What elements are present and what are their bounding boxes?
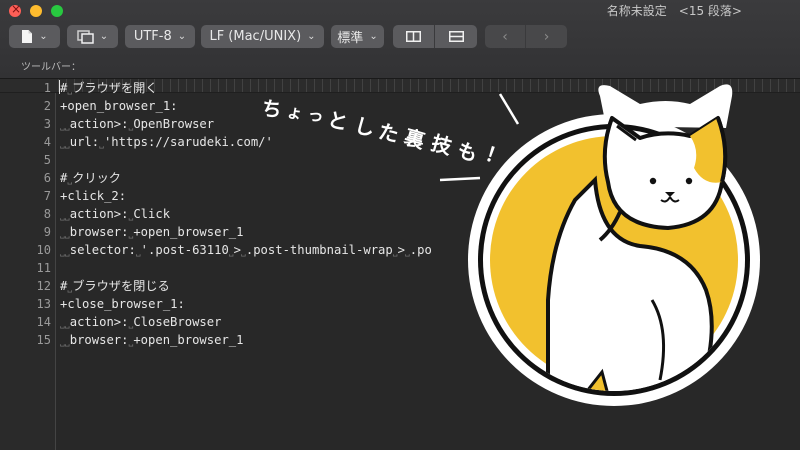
chevron-down-icon: ⌄: [39, 31, 48, 42]
chevron-down-icon: ⌄: [177, 31, 187, 42]
chevron-down-icon: ⌄: [307, 31, 316, 42]
line-number: 4: [43, 135, 51, 149]
new-document-button[interactable]: ⌄: [9, 25, 60, 48]
code-line[interactable]: #˽ブラウザを閉じる: [60, 277, 170, 295]
line-number: 6: [43, 171, 51, 185]
chevron-left-icon: ‹: [502, 28, 508, 45]
window-menu-button[interactable]: ⌄: [67, 25, 118, 48]
window-title: 名称未設定 <15 段落>: [606, 4, 742, 18]
code-line[interactable]: #˽ブラウザを開く: [60, 79, 158, 97]
line-number: 2: [43, 99, 51, 113]
code-line[interactable]: +click_2:: [60, 187, 126, 205]
copy-window-icon: [77, 29, 94, 44]
back-button[interactable]: ‹: [485, 25, 525, 48]
split-horizontal-icon: [448, 31, 464, 42]
code-line[interactable]: ˽˽browser:˽+open_browser_1: [60, 331, 243, 349]
line-ending-select[interactable]: LF (Mac/UNIX) ⌄: [201, 25, 324, 48]
encoding-value: UTF-8: [133, 29, 172, 44]
chevron-down-icon: ⌄: [369, 31, 378, 42]
line-number: 13: [36, 297, 51, 311]
chevron-right-icon: ›: [543, 28, 550, 45]
close-window-button[interactable]: [9, 2, 21, 17]
line-number: 3: [43, 117, 51, 131]
code-line[interactable]: #˽クリック: [60, 169, 121, 187]
window-controls: [9, 2, 63, 17]
line-number: 12: [36, 279, 51, 293]
navigation-segmented-control: ‹ ›: [485, 25, 567, 48]
code-line[interactable]: ˽˽action>:˽CloseBrowser: [60, 313, 221, 331]
code-line[interactable]: ˽˽url:˽'https://sarudeki.com/': [60, 133, 273, 151]
line-number: 5: [43, 153, 51, 167]
line-number: 1: [43, 81, 51, 95]
split-vertical-icon: [406, 31, 421, 42]
line-number: 9: [43, 225, 51, 239]
line-number: 14: [36, 315, 51, 329]
forward-button[interactable]: ›: [526, 25, 567, 48]
style-select[interactable]: 標準 ⌄: [331, 25, 384, 48]
zoom-window-button[interactable]: [51, 5, 63, 17]
split-vertical-button[interactable]: [393, 25, 434, 48]
window-titlebar-toolbar: 名称未設定 <15 段落> ⌄ ⌄ UTF-8 ⌄ LF (Mac/UNIX) …: [0, 0, 800, 79]
line-ending-value: LF (Mac/UNIX): [209, 29, 302, 44]
minimize-window-button[interactable]: [30, 5, 42, 17]
encoding-select[interactable]: UTF-8 ⌄: [125, 25, 195, 48]
code-line[interactable]: ˽˽action>:˽Click: [60, 205, 170, 223]
split-horizontal-button[interactable]: [435, 25, 477, 48]
code-line[interactable]: +close_browser_1:: [60, 295, 185, 313]
code-line[interactable]: ˽˽action>:˽OpenBrowser: [60, 115, 214, 133]
chevron-down-icon: ⌄: [99, 31, 109, 42]
code-line[interactable]: ˽˽selector:˽'.post-63110˽>˽.post-thumbna…: [60, 241, 659, 259]
document-icon: [22, 30, 33, 43]
line-number: 7: [43, 189, 51, 203]
code-line[interactable]: ˽˽browser:˽+open_browser_1: [60, 223, 243, 241]
line-number: 10: [36, 243, 51, 257]
line-number: 15: [36, 333, 51, 347]
line-number: 11: [36, 261, 51, 275]
split-view-segmented-control: [393, 25, 477, 48]
toolbar-label: ツールバー：: [21, 62, 81, 73]
style-value: 標準: [337, 31, 364, 46]
code-line[interactable]: +open_browser_1:: [60, 97, 178, 115]
line-number: 8: [43, 207, 51, 221]
